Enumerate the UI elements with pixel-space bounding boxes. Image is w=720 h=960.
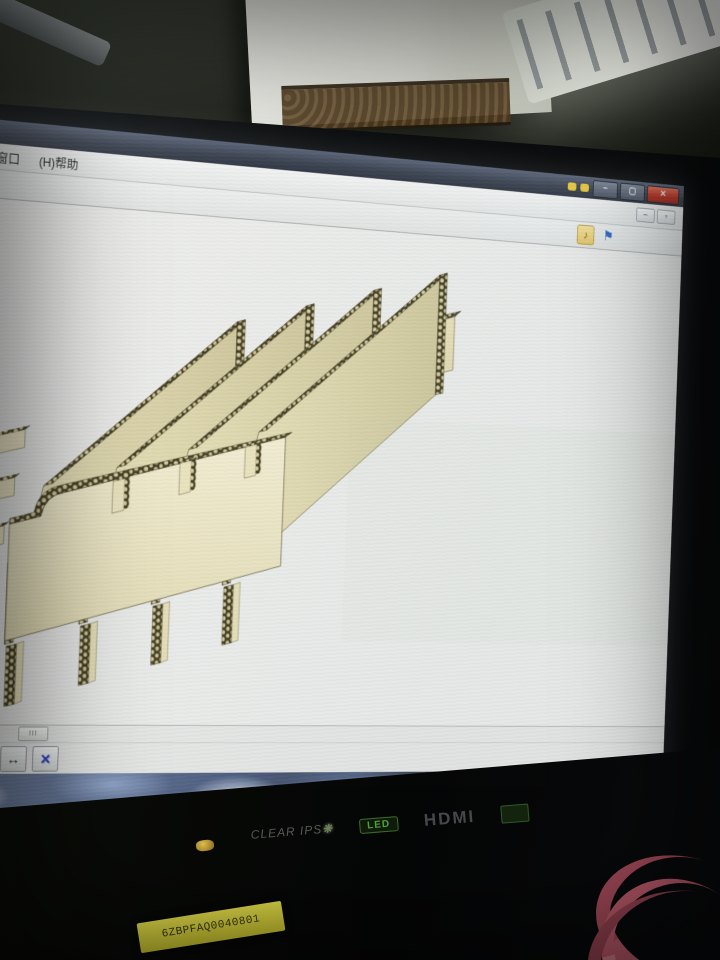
led-badge: LED bbox=[359, 816, 399, 834]
ips-spark-icon: ❋ bbox=[322, 821, 334, 836]
double-arrow-icon: ↔ bbox=[7, 752, 21, 766]
scrollbar-grip-icon[interactable]: III bbox=[18, 726, 49, 741]
blue-x-icon: ✕ bbox=[40, 752, 52, 766]
flag-icon[interactable]: ⚑ bbox=[600, 226, 616, 245]
photo-of-monitor: 图] – ▢ ✕ enter (W)窗口 (H)帮助 – ▫ ♪ bbox=[0, 0, 720, 960]
cad-viewport[interactable] bbox=[0, 193, 681, 727]
cad-application-window: 图] – ▢ ✕ enter (W)窗口 (H)帮助 – ▫ ♪ bbox=[0, 113, 684, 812]
menu-item-window[interactable]: (W)窗口 bbox=[0, 141, 29, 171]
clear-ips-label: CLEAR IPS❋ bbox=[250, 821, 334, 842]
child-minimize-button[interactable]: – bbox=[636, 207, 655, 223]
minimize-button[interactable]: – bbox=[593, 180, 619, 199]
cardboard-on-monitor bbox=[281, 78, 511, 133]
close-button[interactable]: ✕ bbox=[647, 185, 680, 205]
monitor-screen: 图] – ▢ ✕ enter (W)窗口 (H)帮助 – ▫ ♪ bbox=[0, 113, 684, 812]
toolbar-right-group: ♪ ⚑ bbox=[577, 224, 617, 247]
yellow-toolbar-icon[interactable] bbox=[580, 183, 589, 192]
energy-badge bbox=[500, 803, 529, 823]
menu-item-help[interactable]: (H)帮助 bbox=[30, 147, 87, 177]
horizontal-scrollbar[interactable]: III bbox=[0, 725, 665, 743]
dimension-tool-button[interactable]: ✕ bbox=[32, 746, 59, 772]
maximize-button[interactable]: ▢ bbox=[620, 182, 645, 201]
child-restore-button[interactable]: ▫ bbox=[657, 209, 676, 225]
note-icon[interactable]: ♪ bbox=[577, 224, 595, 245]
child-window-controls: – ▫ bbox=[636, 207, 675, 225]
cad-model-3d[interactable] bbox=[0, 220, 490, 726]
hdmi-label: HDMI bbox=[423, 807, 476, 831]
measure-tool-button[interactable]: ↔ bbox=[0, 746, 27, 772]
yellow-toolbar-icon[interactable] bbox=[568, 182, 577, 191]
